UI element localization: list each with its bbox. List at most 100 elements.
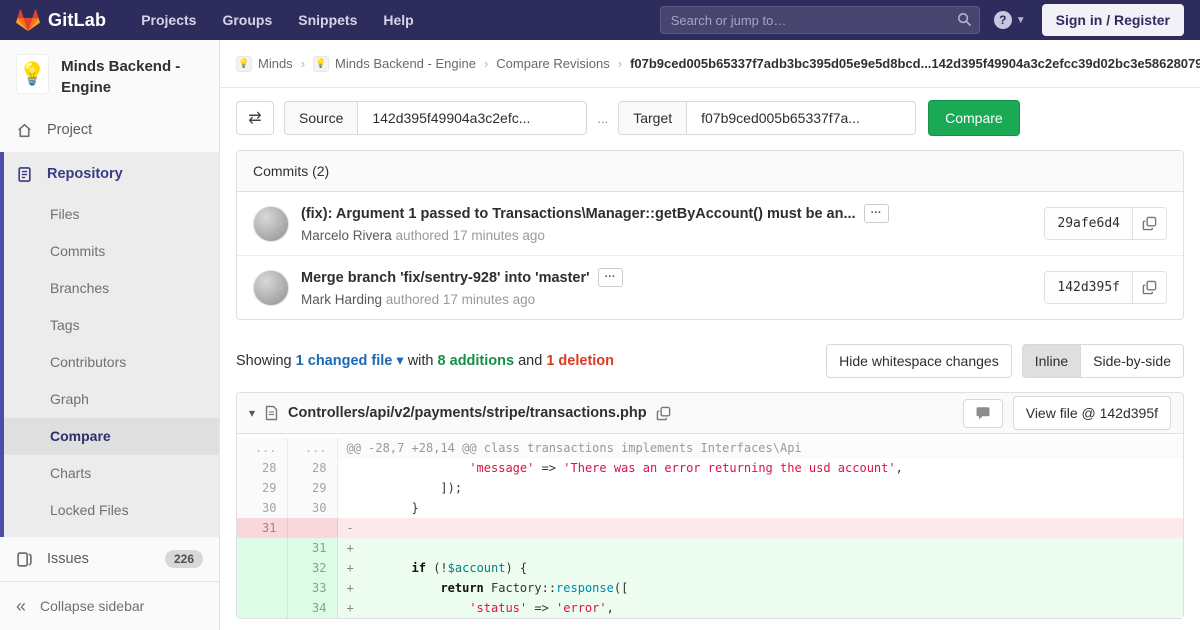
- gitlab-logo[interactable]: GitLab: [16, 8, 106, 32]
- copy-sha-button[interactable]: [1132, 208, 1166, 239]
- commit-sha[interactable]: 142d395f: [1045, 272, 1132, 303]
- sidebar-item-tags[interactable]: Tags: [4, 307, 219, 344]
- swap-revisions-button[interactable]: ⇄: [236, 101, 274, 135]
- collapse-icon: «: [16, 595, 27, 616]
- new-line-number[interactable]: 29: [287, 478, 338, 498]
- diff-line-ctx: 30 30 }: [237, 498, 1183, 518]
- nav-item-projects[interactable]: Projects: [130, 6, 207, 34]
- sidebar-item-label: Project: [47, 122, 93, 138]
- commit-list: (fix): Argument 1 passed to Transactions…: [237, 192, 1183, 319]
- gitlab-tanuki-icon: [16, 8, 40, 31]
- breadcrumb-link[interactable]: 💡 Minds: [236, 55, 293, 72]
- new-line-number[interactable]: 30: [287, 498, 338, 518]
- new-line-number[interactable]: 32: [287, 558, 338, 578]
- help-menu[interactable]: ? ▼: [993, 11, 1026, 29]
- sidebar-item-charts[interactable]: Charts: [4, 455, 219, 492]
- commit-sha-group: 142d395f: [1044, 271, 1167, 304]
- commit-sha[interactable]: 29afe6d4: [1045, 208, 1132, 239]
- sidebar-item-compare[interactable]: Compare: [4, 418, 219, 455]
- diff-line-code: +: [337, 538, 1183, 558]
- breadcrumb-link[interactable]: Compare Revisions: [496, 56, 609, 71]
- old-line-number[interactable]: 30: [237, 498, 288, 518]
- diff-file-path[interactable]: Controllers/api/v2/payments/stripe/trans…: [288, 405, 647, 421]
- diff-line-code: }: [346, 501, 419, 515]
- nav-item-groups[interactable]: Groups: [211, 6, 283, 34]
- collapse-diff-icon[interactable]: ▾: [249, 406, 255, 420]
- search-icon: [957, 12, 971, 26]
- sidebar-item-locked-files[interactable]: Locked Files: [4, 492, 219, 529]
- breadcrumb-avatar: 💡: [236, 55, 252, 72]
- source-revision-dropdown[interactable]: 142d395f49904a3c2efc...: [358, 102, 587, 134]
- compare-button[interactable]: Compare: [928, 100, 1020, 136]
- inline-view-button[interactable]: Inline: [1022, 345, 1081, 377]
- with-label: with: [407, 353, 434, 369]
- old-line-number[interactable]: 29: [237, 478, 288, 498]
- sign-in-button[interactable]: Sign in / Register: [1041, 4, 1184, 36]
- copy-path-icon[interactable]: [656, 406, 671, 421]
- view-file-button[interactable]: View file @ 142d395f: [1012, 396, 1171, 430]
- old-line-number[interactable]: ...: [237, 438, 288, 458]
- caret-down-icon: ▾: [396, 353, 404, 369]
- collapse-sidebar-button[interactable]: « Collapse sidebar: [0, 581, 219, 630]
- diff-line-ctx: 28 28 'message' => 'There was an error re…: [237, 458, 1183, 478]
- old-line-number[interactable]: [237, 598, 288, 618]
- new-line-number[interactable]: 34: [287, 598, 338, 618]
- commit-title[interactable]: Merge branch 'fix/sentry-928' into 'mast…: [301, 270, 590, 286]
- sidebar-item-project[interactable]: Project: [0, 108, 219, 152]
- nav-item-snippets[interactable]: Snippets: [287, 6, 368, 34]
- sidebar-item-commits[interactable]: Commits: [4, 233, 219, 270]
- file-icon: [265, 405, 278, 421]
- commit-author[interactable]: Mark Harding: [301, 292, 382, 307]
- old-line-number[interactable]: [237, 578, 288, 598]
- new-line-number[interactable]: [287, 518, 338, 538]
- top-navbar: GitLab ProjectsGroupsSnippetsHelp ? ▼ Si…: [0, 0, 1200, 40]
- source-label: Source: [285, 102, 359, 134]
- commit-author-avatar[interactable]: [253, 269, 289, 306]
- old-line-number[interactable]: [237, 538, 288, 558]
- search-input[interactable]: [659, 6, 980, 34]
- copy-icon: [1142, 280, 1157, 295]
- diff-line-code: ]);: [346, 481, 463, 495]
- issues-icon: [17, 551, 32, 567]
- target-revision-dropdown[interactable]: f07b9ced005b65337f7a...: [687, 102, 916, 134]
- breadcrumb-avatar: 💡: [313, 55, 330, 72]
- comment-button[interactable]: [962, 398, 1003, 428]
- copy-sha-button[interactable]: [1132, 272, 1166, 303]
- new-line-number[interactable]: 28: [287, 458, 338, 478]
- project-context-header[interactable]: 💡 Minds Backend - Engine: [0, 40, 219, 108]
- new-line-number[interactable]: ...: [287, 438, 338, 458]
- nav-item-help[interactable]: Help: [372, 6, 424, 34]
- commit-sha-group: 29afe6d4: [1044, 207, 1167, 240]
- commit-author-avatar[interactable]: [253, 205, 289, 242]
- comment-icon: [976, 406, 990, 419]
- sidebar-item-files[interactable]: Files: [4, 196, 219, 233]
- breadcrumb-separator: ›: [300, 56, 306, 71]
- and-label: and: [518, 353, 543, 369]
- sidebar-item-branches[interactable]: Branches: [4, 270, 219, 307]
- new-line-number[interactable]: 33: [287, 578, 338, 598]
- collapse-label: Collapse sidebar: [40, 598, 145, 614]
- changed-files-dropdown[interactable]: 1 changed file ▾: [296, 353, 404, 369]
- sidebar-item-repository[interactable]: Repository: [4, 152, 219, 196]
- new-line-number[interactable]: 31: [287, 538, 338, 558]
- commit-title[interactable]: (fix): Argument 1 passed to Transactions…: [301, 206, 856, 222]
- project-sidebar: 💡 Minds Backend - Engine Project Reposit…: [0, 40, 220, 630]
- deletions-count: 1 deletion: [546, 353, 615, 369]
- sidebar-item-graph[interactable]: Graph: [4, 381, 219, 418]
- target-group: Target f07b9ced005b65337f7a...: [618, 101, 917, 135]
- breadcrumb-link[interactable]: 💡 Minds Backend - Engine: [313, 55, 476, 72]
- expand-commit-message-button[interactable]: ···: [863, 204, 889, 223]
- diff-summary-row: Showing 1 changed file ▾ with 8 addition…: [236, 344, 1184, 378]
- hide-whitespace-button[interactable]: Hide whitespace changes: [826, 344, 1012, 378]
- old-line-number[interactable]: 31: [237, 518, 288, 538]
- sidebar-section-repository: Repository Files Commits Branches Tags Contr…: [0, 152, 219, 537]
- help-icon: ?: [993, 11, 1012, 29]
- expand-commit-message-button[interactable]: ···: [597, 268, 623, 287]
- commit-author[interactable]: Marcelo Rivera: [301, 228, 392, 243]
- diff-line-add: 33 + return Factory::response([: [237, 578, 1183, 598]
- old-line-number[interactable]: [237, 558, 288, 578]
- old-line-number[interactable]: 28: [237, 458, 288, 478]
- side-by-side-view-button[interactable]: Side-by-side: [1080, 345, 1183, 377]
- sidebar-item-issues[interactable]: Issues 226: [0, 537, 219, 581]
- sidebar-item-contributors[interactable]: Contributors: [4, 344, 219, 381]
